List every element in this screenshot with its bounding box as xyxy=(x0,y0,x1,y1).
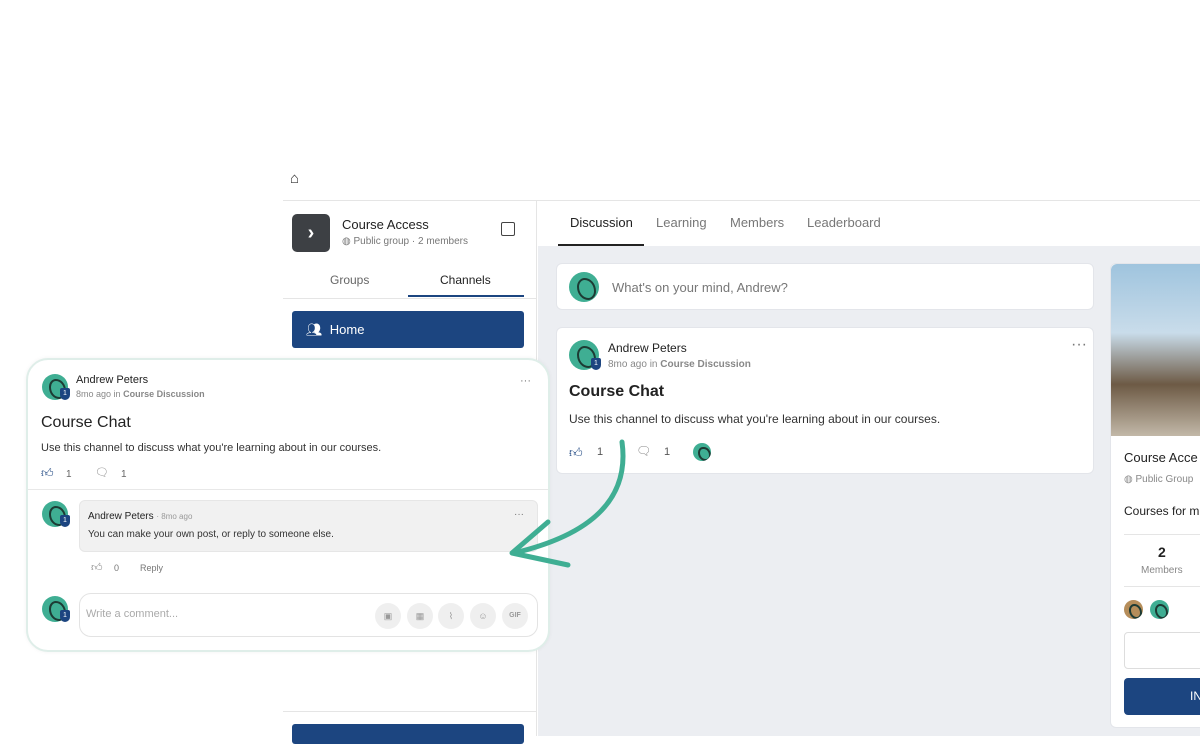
arrow-annotation xyxy=(509,439,626,568)
